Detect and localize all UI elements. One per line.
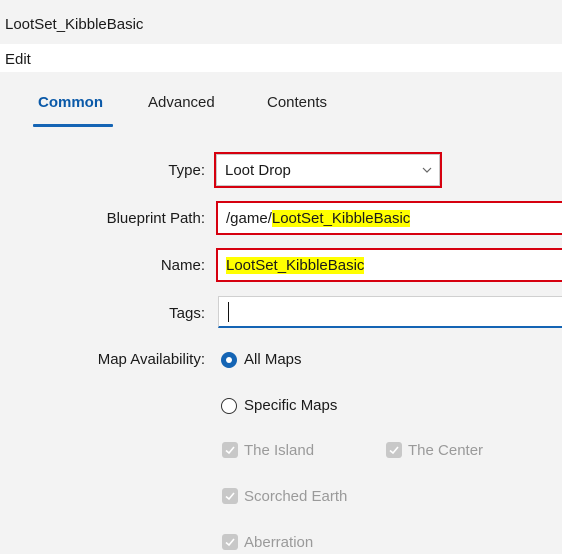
chevron-down-icon [421, 163, 433, 181]
window-title: LootSet_KibbleBasic [5, 16, 144, 33]
name-value: LootSet_KibbleBasic [226, 257, 365, 274]
check-icon [225, 446, 235, 455]
check-icon [225, 538, 235, 547]
blueprint-path-highlight: LootSet_KibbleBasic [271, 210, 411, 227]
specific-maps-label[interactable]: Specific Maps [244, 397, 337, 414]
scorched-earth-label: Scorched Earth [244, 488, 348, 505]
scorched-earth-checkbox[interactable] [222, 488, 238, 504]
blueprint-path-field[interactable]: /game/LootSet_KibbleBasic [216, 201, 562, 235]
menu-edit[interactable]: Edit [5, 51, 31, 68]
map-availability-label: Map Availability: [97, 351, 205, 368]
name-field[interactable]: LootSet_KibbleBasic [216, 248, 562, 282]
tab-contents[interactable]: Contents [267, 94, 327, 111]
blueprint-path-label: Blueprint Path: [106, 210, 205, 227]
blueprint-path-prefix: /game/ [226, 210, 272, 227]
the-island-checkbox[interactable] [222, 442, 238, 458]
aberration-checkbox[interactable] [222, 534, 238, 550]
type-select-value: Loot Drop [225, 162, 291, 179]
the-center-checkbox[interactable] [386, 442, 402, 458]
blueprint-path-value: /game/LootSet_KibbleBasic [226, 210, 411, 227]
active-tab-indicator [33, 124, 113, 127]
tags-label: Tags: [169, 305, 205, 322]
name-label: Name: [160, 257, 205, 274]
title-bar: LootSet_KibbleBasic [0, 0, 562, 44]
check-icon [389, 446, 399, 455]
type-select[interactable]: Loot Drop [214, 152, 442, 188]
tags-field[interactable] [218, 296, 562, 328]
the-island-label: The Island [244, 442, 315, 459]
text-caret [228, 302, 229, 322]
tab-common[interactable]: Common [38, 94, 103, 111]
tab-advanced[interactable]: Advanced [148, 94, 215, 111]
the-center-label: The Center [408, 442, 484, 459]
all-maps-radio[interactable] [221, 352, 237, 368]
menu-bar: Edit [0, 44, 562, 72]
check-icon [225, 492, 235, 501]
specific-maps-radio[interactable] [221, 398, 237, 414]
tab-bar: Common Advanced Contents [0, 72, 562, 132]
all-maps-label[interactable]: All Maps [244, 351, 302, 368]
aberration-label: Aberration [244, 534, 314, 551]
type-label: Type: [168, 162, 205, 179]
